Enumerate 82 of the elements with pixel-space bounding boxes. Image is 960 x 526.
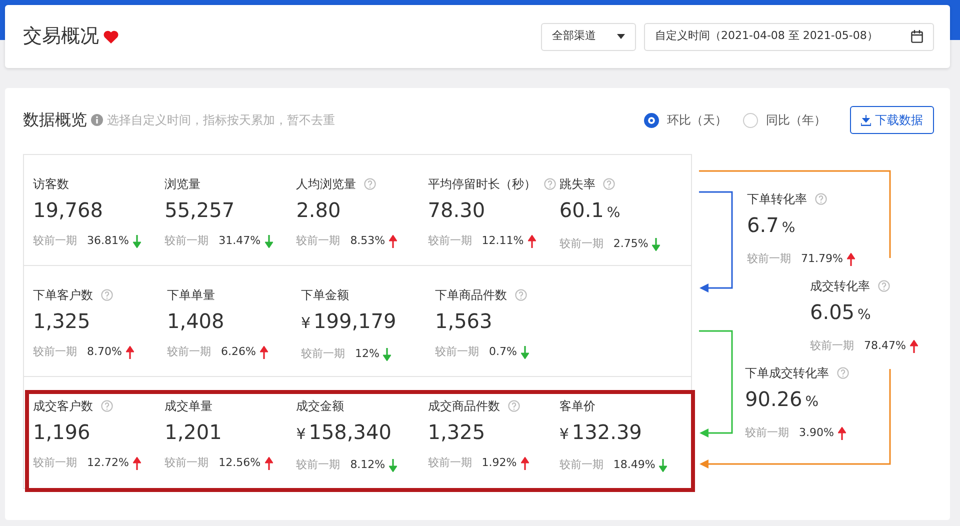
compare-label: 较前一期 (747, 251, 791, 267)
metric-label: 跳失率 (559, 176, 596, 193)
compare-label: 较前一期 (559, 457, 604, 473)
compare-label: 较前一期 (296, 457, 340, 473)
metric-value: 1,196 (33, 419, 90, 445)
metric-label: 下单成交转化率 (745, 365, 829, 382)
compare-label: 较前一期 (435, 344, 479, 360)
metric-label: 人均浏览量 (296, 176, 356, 193)
metric-value: 6.05% (810, 299, 871, 326)
metric-value: 1,408 (167, 308, 224, 334)
compare-label: 较前一期 (33, 233, 77, 249)
compare-label: 较前一期 (164, 455, 209, 471)
compare-label: 较前一期 (164, 233, 209, 249)
compare-label: 较前一期 (33, 344, 77, 360)
change-value: 12.56% (218, 455, 261, 471)
metric-value: 1,563 (435, 308, 492, 334)
calendar-icon (911, 30, 923, 43)
metric-value: 78.30 (428, 197, 486, 223)
metric-label: 浏览量 (164, 176, 201, 193)
metric-label: 成交单量 (164, 398, 213, 415)
compare-label: 较前一期 (810, 338, 854, 354)
change-value: 8.12% (350, 457, 386, 473)
change-value: 18.49% (613, 457, 656, 473)
caret-icon (617, 34, 625, 39)
metric-value: 19,768 (33, 197, 103, 223)
date-range-field[interactable]: 自定义时间（2021-04-08 至 2021-05-08） (644, 22, 934, 50)
metric-label: 访客数 (33, 176, 69, 193)
channel-select[interactable]: 全部渠道 (541, 22, 636, 50)
hint-text: 选择自定义时间，指标按天累加，暂不去重 (107, 112, 335, 129)
heart-icon (103, 30, 119, 44)
compare-label: 较前一期 (167, 344, 211, 360)
compare-label: 较前一期 (428, 455, 472, 471)
change-value: 36.81% (87, 233, 129, 249)
metric-value: 6.7% (747, 212, 796, 239)
compare-label: 较前一期 (301, 346, 345, 362)
metric-label: 客单价 (559, 398, 596, 415)
radio-label: 环比（天） (667, 112, 727, 129)
metric-label: 下单转化率 (747, 191, 807, 208)
metric-label: 平均停留时长（秒） (428, 176, 536, 193)
section-title: 数据概览 (23, 109, 87, 131)
metric-value: 1,325 (33, 308, 90, 334)
metric-value: 55,257 (164, 197, 235, 223)
metric-label: 下单商品件数 (435, 287, 507, 304)
change-value: 8.53% (350, 233, 386, 249)
change-value: 78.47% (864, 338, 906, 354)
info-icon (91, 114, 103, 126)
change-value: 6.26% (221, 344, 256, 360)
metric-value: 1,325 (428, 419, 486, 445)
change-value: 12.72% (87, 455, 129, 471)
metric-value: ¥132.39 (559, 419, 642, 446)
metric-label: 成交转化率 (810, 278, 870, 295)
metric-label: 成交客户数 (33, 398, 93, 415)
compare-label: 较前一期 (745, 425, 789, 441)
change-value: 8.70% (87, 344, 122, 360)
compare-label: 较前一期 (296, 233, 340, 249)
download-button[interactable]: 下载数据 (850, 106, 934, 134)
change-value: 0.7% (489, 344, 517, 360)
metric-label: 下单金额 (301, 287, 349, 304)
metric-value: 1,201 (164, 419, 222, 445)
change-value: 3.90% (799, 425, 834, 441)
change-value: 2.75% (613, 236, 648, 252)
change-value: 71.79% (801, 251, 843, 267)
compare-label: 较前一期 (33, 455, 77, 471)
radio-button[interactable] (644, 112, 659, 128)
metric-value: ¥158,340 (296, 419, 392, 446)
compare-label: 较前一期 (559, 236, 604, 252)
change-value: 31.47% (218, 233, 261, 249)
page-title: 交易概况 (23, 24, 99, 50)
download-icon (861, 114, 871, 126)
metric-value: 2.80 (296, 197, 341, 223)
compare-label: 较前一期 (428, 233, 472, 249)
metric-label: 下单客户数 (33, 287, 93, 304)
change-value: 12% (355, 346, 380, 362)
metric-value: 90.26% (745, 386, 819, 413)
metric-value: ¥199,179 (301, 308, 396, 335)
metric-label: 成交金额 (296, 398, 344, 415)
metric-label: 下单单量 (167, 287, 215, 304)
change-value: 1.92% (482, 455, 517, 471)
change-value: 12.11% (482, 233, 524, 249)
metric-label: 成交商品件数 (428, 398, 500, 415)
metric-value: 60.1% (559, 197, 620, 224)
radio-label: 同比（年） (766, 112, 826, 129)
